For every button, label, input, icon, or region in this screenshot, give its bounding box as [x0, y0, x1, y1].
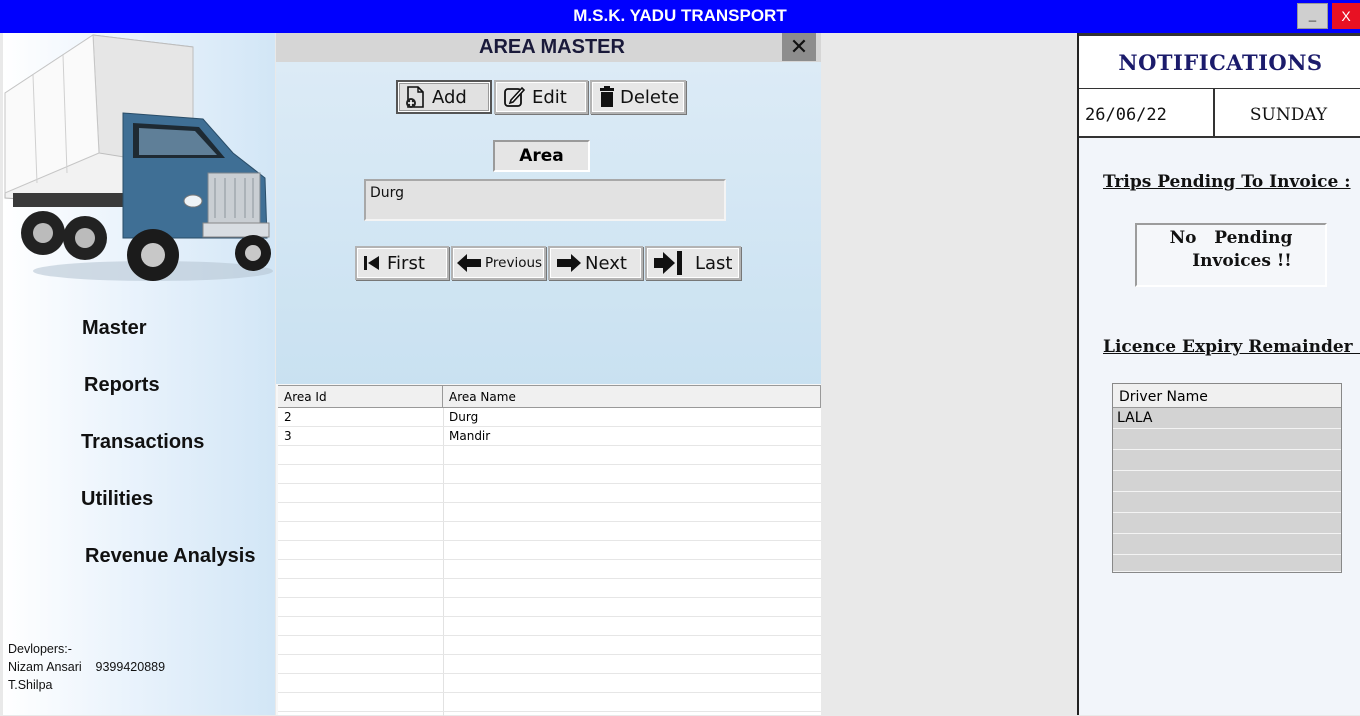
- minimize-button[interactable]: _: [1297, 3, 1328, 29]
- last-icon: [654, 251, 682, 275]
- pending-line-2: Invoices !!: [1192, 251, 1292, 271]
- notifications-panel: NOTIFICATIONS 26/06/22 SUNDAY Trips Pend…: [1077, 33, 1360, 715]
- cell-area-name: Mandir: [449, 429, 491, 443]
- cell-area-id: 2: [284, 410, 292, 424]
- new-file-icon: [406, 86, 424, 108]
- next-label: Next: [585, 252, 627, 274]
- edit-icon: [504, 86, 526, 107]
- arrow-right-icon: [557, 254, 581, 272]
- first-icon: [364, 256, 379, 270]
- sidebar: Master Reports Transactions Utilities Re…: [3, 33, 275, 715]
- table-row-empty: [1113, 492, 1341, 513]
- table-row-empty: [1113, 513, 1341, 534]
- cell-area-id: 3: [284, 429, 292, 443]
- table-row-empty: [278, 484, 821, 503]
- grid-header: Area Id Area Name: [278, 386, 821, 408]
- table-row-empty: [278, 579, 821, 598]
- table-row-empty: [278, 560, 821, 579]
- close-button[interactable]: X: [1332, 3, 1360, 29]
- table-row-empty: [278, 503, 821, 522]
- first-button[interactable]: First: [355, 246, 449, 280]
- window-title: M.S.K. YADU TRANSPORT: [573, 6, 787, 25]
- area-master-panel: AREA MASTER ✕ Add Edit Delete Area Durg …: [276, 33, 821, 716]
- table-row-empty: [278, 693, 821, 712]
- pending-line-1: No Pending: [1169, 228, 1293, 248]
- previous-button[interactable]: Previous: [451, 246, 546, 280]
- add-label: Add: [432, 86, 467, 108]
- date-row: 26/06/22 SUNDAY: [1079, 89, 1360, 138]
- table-row-empty: [278, 446, 821, 465]
- pending-invoices-box: No Pending Invoices !!: [1135, 223, 1327, 287]
- table-row[interactable]: 2 Durg: [278, 408, 821, 427]
- table-row-empty: [1113, 534, 1341, 555]
- developer-line-2: T.Shilpa: [8, 678, 53, 692]
- truck-image: [4, 34, 273, 281]
- trash-icon: [600, 86, 614, 107]
- last-button[interactable]: Last: [645, 246, 741, 280]
- add-button[interactable]: Add: [396, 80, 492, 114]
- cell-area-name: Durg: [449, 410, 479, 424]
- menu-master[interactable]: Master: [82, 317, 146, 340]
- workspace-background: [821, 33, 1076, 715]
- menu-utilities[interactable]: Utilities: [81, 488, 153, 511]
- close-icon[interactable]: ✕: [782, 33, 816, 61]
- column-driver-name[interactable]: Driver Name: [1113, 384, 1341, 408]
- area-field-label: Area: [493, 140, 590, 172]
- table-row-empty: [1113, 471, 1341, 492]
- current-day: SUNDAY: [1249, 105, 1328, 125]
- area-master-header: AREA MASTER ✕: [276, 33, 821, 62]
- menu-transactions[interactable]: Transactions: [81, 431, 204, 454]
- trips-pending-title: Trips Pending To Invoice :: [1103, 172, 1351, 192]
- next-button[interactable]: Next: [548, 246, 643, 280]
- table-row-empty: [278, 465, 821, 484]
- notifications-header: NOTIFICATIONS: [1079, 33, 1360, 90]
- table-row-empty: [1113, 450, 1341, 471]
- table-row-empty: [278, 522, 821, 541]
- table-row-empty: [278, 636, 821, 655]
- delete-label: Delete: [620, 86, 680, 108]
- table-row-empty: [278, 674, 821, 693]
- table-row[interactable]: 3 Mandir: [278, 427, 821, 446]
- developer-line-1: Nizam Ansari 9399420889: [8, 660, 166, 674]
- menu-revenue-analysis[interactable]: Revenue Analysis: [85, 545, 255, 568]
- last-label: Last: [695, 252, 733, 274]
- area-master-title: AREA MASTER: [479, 36, 625, 58]
- licence-expiry-title: Licence Expiry Remainder :: [1103, 337, 1360, 357]
- developers-heading: Devlopers:-: [8, 642, 72, 656]
- area-grid: Area Id Area Name 2 Durg 3 Mandir: [278, 385, 821, 716]
- table-row-empty: [1113, 555, 1341, 572]
- table-row-empty: [278, 598, 821, 617]
- area-input[interactable]: Durg: [364, 179, 726, 221]
- driver-grid: Driver Name LALA: [1112, 383, 1342, 573]
- table-row-empty: [278, 617, 821, 636]
- first-label: First: [387, 252, 425, 274]
- menu-reports[interactable]: Reports: [84, 374, 160, 397]
- table-row-empty: [278, 655, 821, 674]
- edit-label: Edit: [532, 86, 567, 108]
- notifications-title: NOTIFICATIONS: [1118, 50, 1323, 75]
- delete-button[interactable]: Delete: [590, 80, 686, 114]
- title-bar: M.S.K. YADU TRANSPORT _ X: [0, 0, 1360, 33]
- edit-button[interactable]: Edit: [494, 80, 588, 114]
- arrow-left-icon: [457, 254, 481, 272]
- table-row-empty: [278, 541, 821, 560]
- area-form: Add Edit Delete Area Durg First Previous…: [276, 62, 821, 384]
- table-row[interactable]: LALA: [1113, 408, 1341, 429]
- current-date: 26/06/22: [1085, 105, 1167, 125]
- column-area-id[interactable]: Area Id: [278, 386, 443, 408]
- table-row-empty: [1113, 429, 1341, 450]
- previous-label: Previous: [485, 255, 543, 271]
- column-area-name[interactable]: Area Name: [443, 386, 821, 408]
